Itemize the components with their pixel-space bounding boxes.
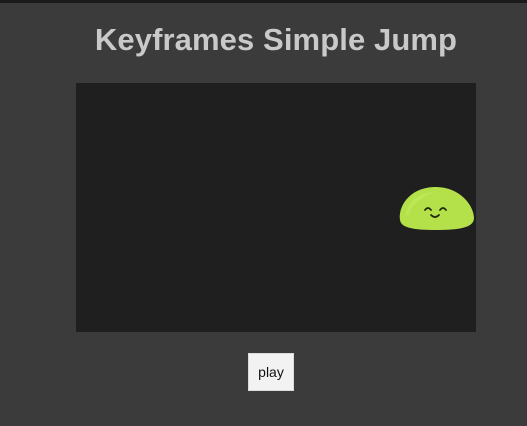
animation-stage: [76, 83, 476, 332]
play-button[interactable]: play: [248, 353, 294, 391]
window-top-edge: [0, 0, 527, 3]
slime-character-icon: [399, 186, 474, 230]
page-title: Keyframes Simple Jump: [94, 22, 458, 57]
